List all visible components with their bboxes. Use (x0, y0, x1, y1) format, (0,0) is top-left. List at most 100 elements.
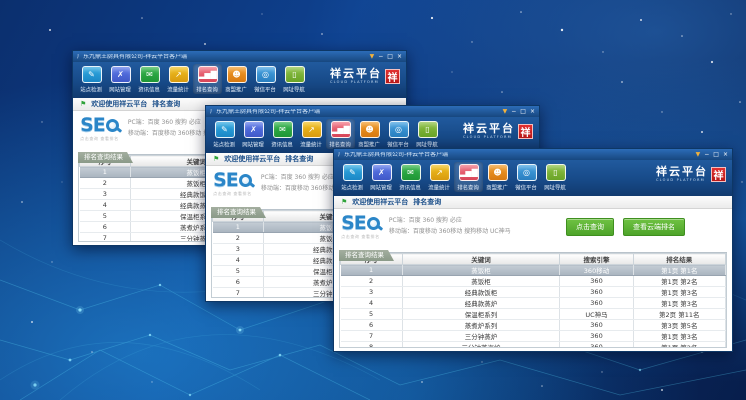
toolbar-item-alliance-promo[interactable]: ☻商盟推广 (483, 162, 512, 192)
table-row[interactable]: 1蒸饭柜360移动第1页 第1名 (341, 265, 726, 276)
traffic-stats-icon: ↗ (430, 164, 450, 181)
close-button[interactable]: × (397, 54, 402, 60)
maximize-button[interactable]: □ (520, 109, 526, 115)
table-body: 1蒸饭柜360移动第1页 第1名2蒸饭柜360第1页 第2名3经典款饭柜360第… (341, 265, 726, 349)
flag-icon: ⚑ (341, 198, 347, 206)
rank-results-table: 序号关键词搜索引擎排名结果 1蒸饭柜360移动第1页 第1名2蒸饭柜360第1页… (339, 253, 727, 348)
brand-logo: 祥云平台 CLOUD PLATFORM 祥 (656, 162, 728, 182)
flag-icon: ⚑ (80, 100, 86, 108)
maximize-button[interactable]: □ (713, 152, 719, 158)
table-row[interactable]: 4经典款蒸炉360第1页 第3名 (341, 298, 726, 309)
table-row[interactable]: 3经典款饭柜360第1页 第3名 (341, 287, 726, 298)
magnifier-icon (239, 174, 252, 187)
seo-logo: SE 点击查询 查看排名 (211, 171, 254, 197)
toolbar-item-wechat-platform[interactable]: ◎微信平台 (384, 119, 413, 149)
magnifier-icon (367, 217, 380, 230)
table-row[interactable]: 2蒸饭柜360第1页 第2名 (341, 276, 726, 287)
flag-icon: ⚑ (213, 155, 219, 163)
tab-rank-results[interactable]: 排名查询结果 (211, 207, 266, 218)
toolbar-item-traffic-stats[interactable]: ↗流量统计 (164, 64, 193, 94)
table-row[interactable]: 7三分钟蒸炉360第1页 第3名 (341, 331, 726, 342)
seo-caption: 点击查询 查看排名 (341, 234, 380, 239)
toolbar-item-label: 资讯信息 (400, 183, 422, 191)
toolbar-item-site-manage[interactable]: ✗ 网站管理 (367, 162, 396, 192)
news-info-icon: ✉ (140, 66, 160, 83)
tab-rank-results[interactable]: 排名查询结果 (339, 250, 394, 261)
brand-logo: 祥云平台 CLOUD PLATFORM 祥 (330, 64, 402, 84)
toolbar-item-site-manage[interactable]: ✗网站管理 (106, 64, 135, 94)
title-bar[interactable]: 广东九鼎王厨具有限公司-祥云平台客户端 ▼−□ × (206, 106, 539, 117)
toolbar-item-news-info[interactable]: ✉资讯信息 (268, 119, 297, 149)
app-window: 广东九鼎王厨具有限公司-祥云平台客户端 ▼−□ × ✎站点检测 ✗ 网站管理✉资讯信息… (333, 148, 733, 352)
toolbar-item-traffic-stats[interactable]: ↗流量统计 (297, 119, 326, 149)
skin-button[interactable]: ▼ (370, 54, 375, 60)
toolbar-item-news-info[interactable]: ✉资讯信息 (396, 162, 425, 192)
table-row[interactable]: 8三分钟蒸汽炉360第1页 第2名 (341, 342, 726, 349)
toolbar-item-rank-query[interactable]: ▂▅▇排名查询 (454, 162, 483, 192)
toolbar-item-news-info[interactable]: ✉ 资讯信息 (135, 64, 164, 94)
window-title: 广东九鼎王厨具有限公司-祥云平台客户端 (210, 109, 503, 115)
site-manage-icon: ✗ (372, 164, 392, 181)
wechat-platform-icon: ◎ (389, 121, 409, 138)
seo-logo-text: SE (213, 171, 238, 190)
maximize-button[interactable]: □ (387, 54, 393, 60)
toolbar-item-rank-query[interactable]: ▂▅▇排名查询 (326, 119, 355, 149)
column-header: 关键词 (402, 254, 560, 265)
toolbar-item-alliance-promo[interactable]: ☻商盟推广 (222, 64, 251, 94)
toolbar-item-label: 流量统计 (301, 140, 323, 148)
toolbar-item-site-nav[interactable]: ▯网址导航 (541, 162, 570, 192)
toolbar-item-label: 网站管理 (243, 140, 265, 148)
toolbar-item-wechat-platform[interactable]: ◎微信平台 (251, 64, 280, 94)
query-button[interactable]: 点击查询 (566, 218, 614, 236)
minimize-button[interactable]: − (378, 54, 383, 60)
toolbar-item-rank-query[interactable]: ▂▅▇排名查询 (193, 64, 222, 94)
toolbar-item-wechat-platform[interactable]: ◎微信平台 (512, 162, 541, 192)
toolbar-item-traffic-stats[interactable]: ↗流量统计 (425, 162, 454, 192)
toolbar-item-site-nav[interactable]: ▯网址导航 (413, 119, 442, 149)
toolbar-item-label: 资讯信息 (139, 85, 161, 93)
site-check-icon: ✎ (215, 121, 235, 138)
main-toolbar: ✎站点检测✗网站管理 ✉ 资讯信息↗流量统计▂▅▇排名查询☻商盟推广◎微信平台 ▯ 网址… (73, 62, 406, 98)
tab-rank-results[interactable]: 排名查询结果 (78, 152, 133, 163)
brand-seal-icon: 祥 (711, 167, 726, 182)
brand-subtitle: CLOUD PLATFORM (463, 135, 515, 139)
site-nav-icon: ▯ (418, 121, 438, 138)
site-manage-icon: ✗ (244, 121, 264, 138)
toolbar-item-label: 网址导航 (284, 85, 306, 93)
column-header: 排名结果 (633, 254, 725, 265)
skin-button[interactable]: ▼ (696, 152, 701, 158)
seo-logo: SE 点击查询 查看排名 (78, 116, 121, 142)
window-controls: ▼−□ × (370, 54, 402, 60)
toolbar-item-label: 排名查询 (197, 85, 219, 93)
window-title: 广东九鼎王厨具有限公司-祥云平台客户端 (338, 152, 696, 158)
table-row[interactable]: 6蒸煮炉系列360第3页 第5名 (341, 320, 726, 331)
table-header-row: 序号关键词搜索引擎排名结果 (341, 254, 726, 265)
title-bar[interactable]: 广东九鼎王厨具有限公司-祥云平台客户端 ▼−□ × (334, 149, 732, 160)
brand-name: 祥云平台 (656, 166, 708, 177)
alliance-promo-icon: ☻ (227, 66, 247, 83)
toolbar-item-site-check[interactable]: ✎站点检测 (210, 119, 239, 149)
seo-logo-text: SE (80, 116, 105, 135)
minimize-button[interactable]: − (511, 109, 516, 115)
breadcrumb-page: 排名查询 (413, 197, 441, 207)
title-bar[interactable]: 广东九鼎王厨具有限公司-祥云平台客户端 ▼−□× (73, 51, 406, 62)
toolbar-item-label: 微信平台 (516, 183, 538, 191)
toolbar-item-label: 网址导航 (545, 183, 567, 191)
seo-caption: 点击查询 查看排名 (80, 136, 119, 141)
toolbar-item-site-manage[interactable]: ✗ 网站管理 (239, 119, 268, 149)
skin-button[interactable]: ▼ (503, 109, 508, 115)
site-nav-icon: ▯ (285, 66, 305, 83)
cloud-rank-button[interactable]: 查看云端排名 (623, 218, 685, 236)
app-window-front[interactable]: 广东九鼎王厨具有限公司-祥云平台客户端 ▼−□ × ✎站点检测 ✗ 网站管理✉资讯信息… (333, 148, 733, 352)
minimize-button[interactable]: − (704, 152, 709, 158)
toolbar-item-label: 微信平台 (255, 85, 277, 93)
breadcrumb-welcome: 欢迎使用祥云平台 (224, 154, 280, 164)
toolbar-item-label: 网站管理 (371, 183, 393, 191)
toolbar-item-site-check[interactable]: ✎站点检测 (77, 64, 106, 94)
close-button[interactable]: × (530, 109, 535, 115)
toolbar-item-site-nav[interactable]: ▯ 网址导航 (280, 64, 309, 94)
close-button[interactable]: × (723, 152, 728, 158)
toolbar-item-site-check[interactable]: ✎站点检测 (338, 162, 367, 192)
table-row[interactable]: 5保温柜系列UC神马第2页 第11名 (341, 309, 726, 320)
toolbar-item-alliance-promo[interactable]: ☻商盟推广 (355, 119, 384, 149)
